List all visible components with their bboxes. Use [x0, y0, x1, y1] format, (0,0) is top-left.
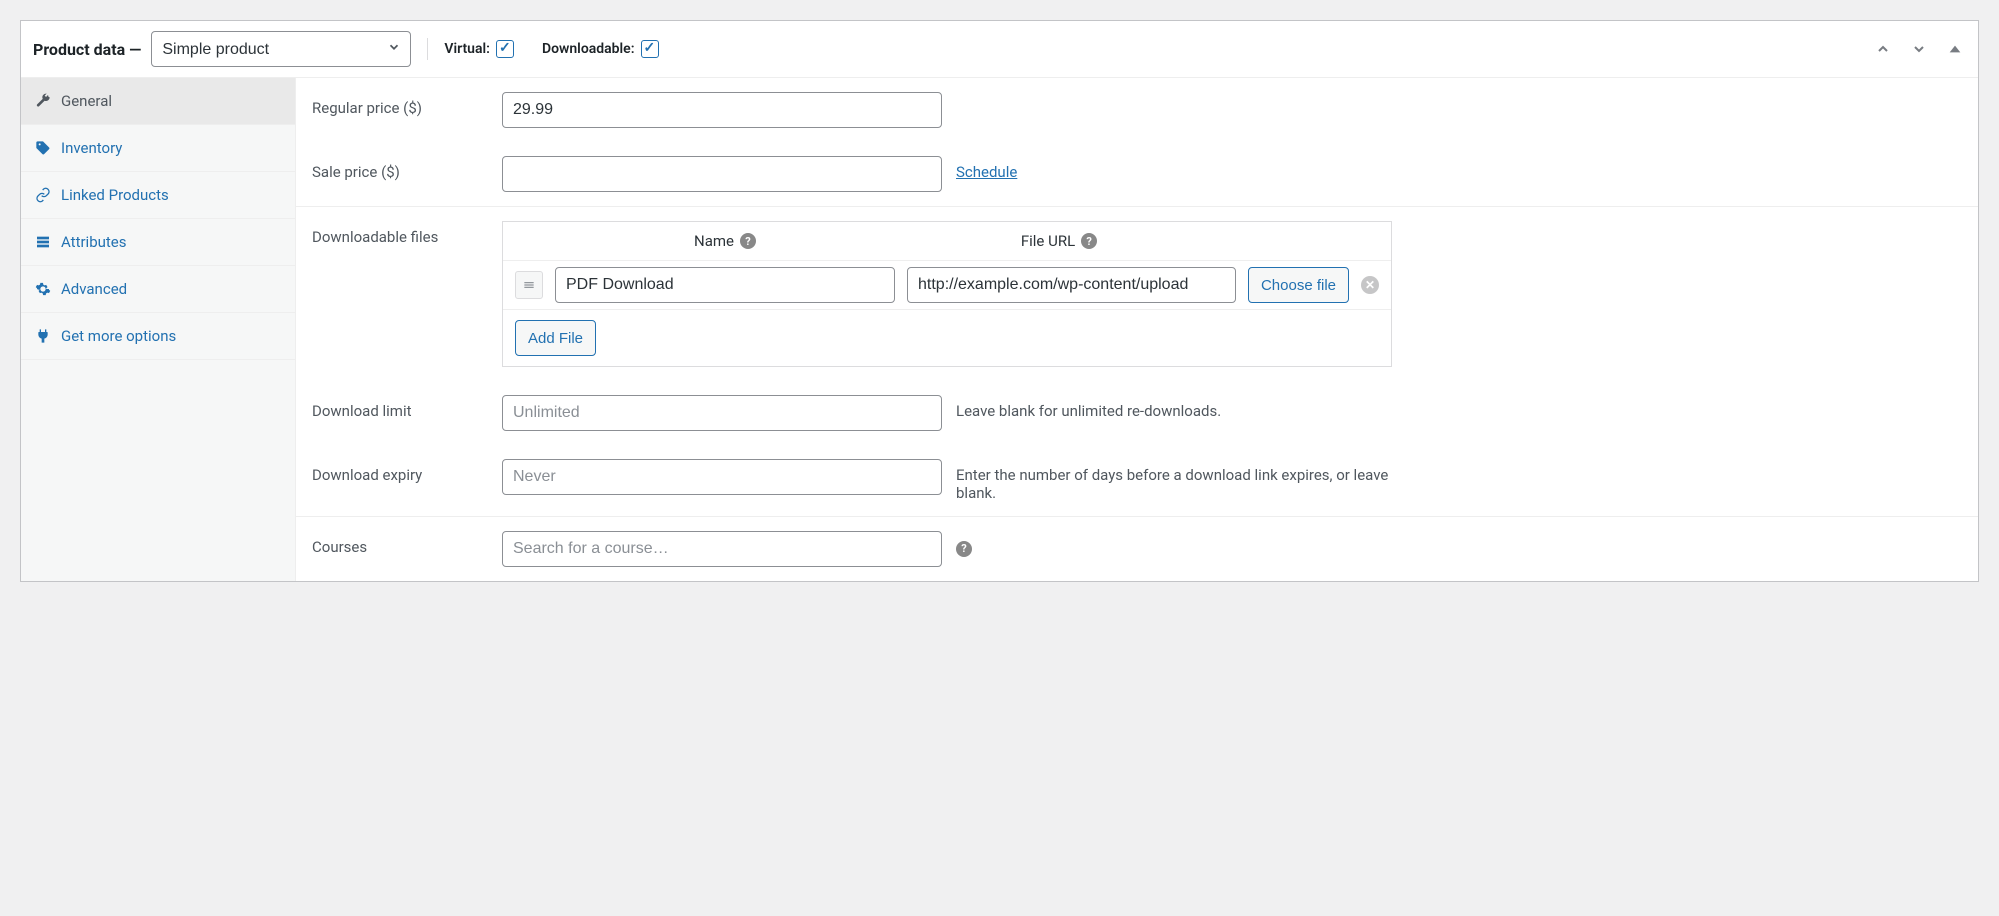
virtual-option[interactable]: Virtual: — [444, 40, 514, 58]
tab-linked-products[interactable]: Linked Products — [21, 172, 295, 219]
dl-footer: Add File — [503, 309, 1391, 366]
divider — [427, 38, 428, 60]
dl-name-header: Name — [694, 232, 734, 250]
sale-price-label: Sale price ($) — [312, 156, 502, 181]
tab-label: Attributes — [61, 233, 127, 251]
dl-file-name-input[interactable] — [555, 267, 895, 303]
help-icon[interactable]: ? — [956, 541, 972, 557]
regular-price-label: Regular price ($) — [312, 92, 502, 117]
tab-general[interactable]: General — [21, 78, 295, 125]
tab-label: Inventory — [61, 139, 122, 157]
download-expiry-input[interactable] — [502, 459, 942, 495]
tab-label: Linked Products — [61, 186, 169, 204]
download-expiry-label: Download expiry — [312, 459, 502, 484]
gear-icon — [35, 281, 51, 297]
tab-attributes[interactable]: Attributes — [21, 219, 295, 266]
courses-label: Courses — [312, 531, 502, 556]
row-sale-price: Sale price ($) Schedule — [296, 142, 1978, 206]
collapse-button[interactable] — [1944, 38, 1966, 60]
move-down-button[interactable] — [1908, 38, 1930, 60]
downloadable-files-box: Name ? File URL ? — [502, 221, 1392, 367]
panel-body: General Inventory Linked Products Attrib… — [21, 78, 1978, 581]
download-expiry-help: Enter the number of days before a downlo… — [942, 459, 1422, 502]
dl-file-row: Choose file ✕ — [503, 260, 1391, 309]
tabs: General Inventory Linked Products Attrib… — [21, 78, 296, 581]
row-download-expiry: Download expiry Enter the number of days… — [296, 445, 1978, 516]
downloadable-option[interactable]: Downloadable: — [542, 40, 659, 58]
product-type-select-wrap: Simple product — [151, 31, 411, 67]
tag-icon — [35, 140, 51, 156]
virtual-checkbox[interactable] — [496, 40, 514, 58]
list-icon — [35, 234, 51, 250]
panel-header: Product data — Simple product Virtual: D… — [21, 21, 1978, 78]
wrench-icon — [35, 93, 51, 109]
dl-header: Name ? File URL ? — [503, 222, 1391, 260]
help-icon[interactable]: ? — [1081, 233, 1097, 249]
dl-url-header: File URL — [1021, 232, 1075, 250]
help-icon[interactable]: ? — [740, 233, 756, 249]
download-limit-label: Download limit — [312, 395, 502, 420]
add-file-button[interactable]: Add File — [515, 320, 596, 356]
move-up-button[interactable] — [1872, 38, 1894, 60]
downloadable-label: Downloadable: — [542, 41, 635, 57]
tab-label: Advanced — [61, 280, 127, 298]
downloadable-checkbox[interactable] — [641, 40, 659, 58]
tab-label: General — [61, 92, 112, 110]
product-type-select[interactable]: Simple product — [151, 31, 411, 67]
tab-label: Get more options — [61, 327, 176, 345]
plug-icon — [35, 328, 51, 344]
general-form: Regular price ($) Sale price ($) Schedul… — [296, 78, 1978, 581]
sale-price-input[interactable] — [502, 156, 942, 192]
delete-file-icon[interactable]: ✕ — [1361, 276, 1379, 294]
product-data-panel: Product data — Simple product Virtual: D… — [20, 20, 1979, 582]
row-courses: Courses ? — [296, 516, 1978, 581]
tab-inventory[interactable]: Inventory — [21, 125, 295, 172]
virtual-label: Virtual: — [444, 41, 490, 57]
panel-title: Product data — — [33, 40, 141, 59]
courses-search-input[interactable] — [502, 531, 942, 567]
tab-advanced[interactable]: Advanced — [21, 266, 295, 313]
downloadable-files-label: Downloadable files — [312, 221, 502, 246]
download-limit-help: Leave blank for unlimited re-downloads. — [942, 395, 1221, 420]
link-icon — [35, 187, 51, 203]
regular-price-input[interactable] — [502, 92, 942, 128]
choose-file-button[interactable]: Choose file — [1248, 267, 1349, 303]
schedule-link[interactable]: Schedule — [956, 163, 1017, 181]
row-download-limit: Download limit Leave blank for unlimited… — [296, 381, 1978, 445]
dl-file-url-input[interactable] — [907, 267, 1236, 303]
download-limit-input[interactable] — [502, 395, 942, 431]
tab-get-more-options[interactable]: Get more options — [21, 313, 295, 360]
drag-handle-icon[interactable] — [515, 271, 543, 299]
row-regular-price: Regular price ($) — [296, 78, 1978, 142]
row-downloadable-files: Downloadable files Name ? File URL ? — [296, 206, 1978, 381]
